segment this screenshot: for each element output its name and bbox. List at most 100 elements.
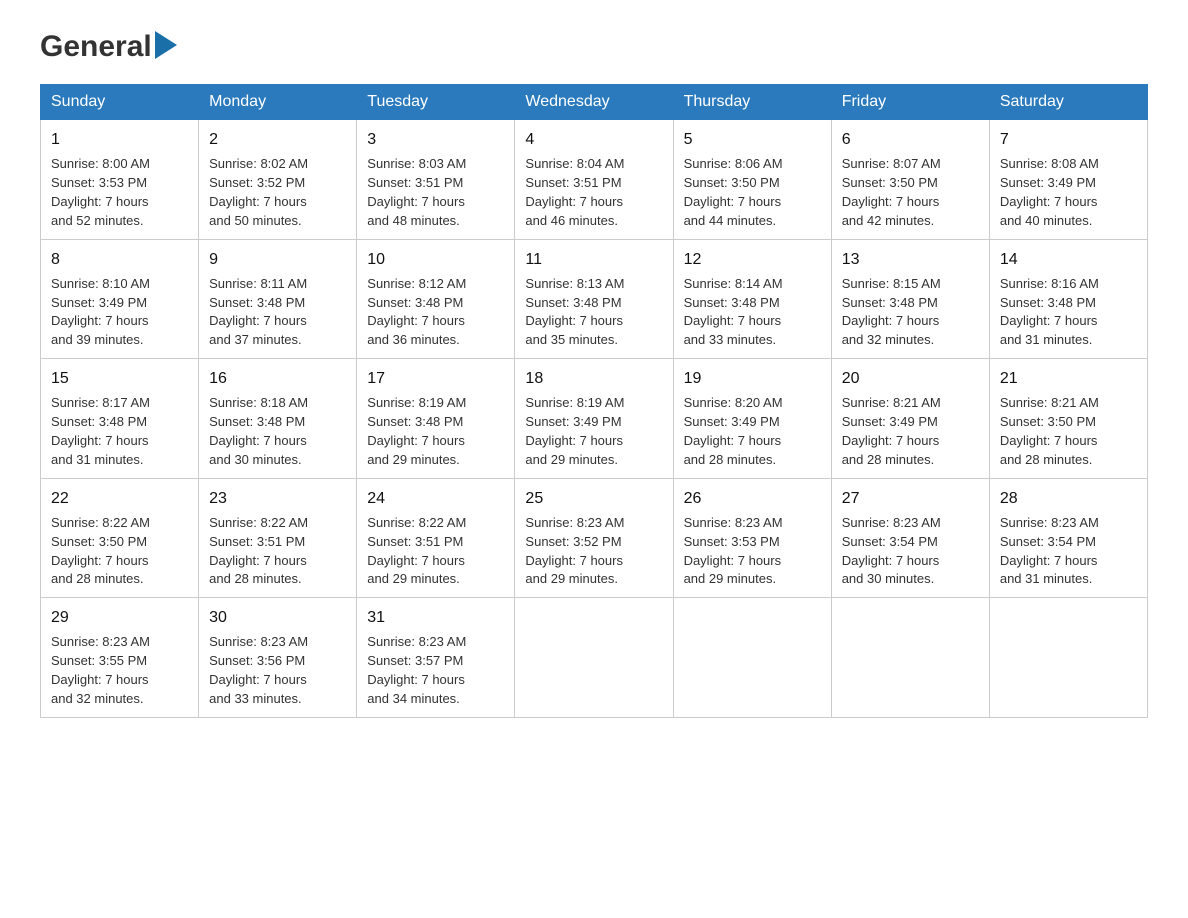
calendar-week-1: 1 Sunrise: 8:00 AMSunset: 3:53 PMDaylight… [41,120,1148,240]
day-info: Sunrise: 8:23 AMSunset: 3:53 PMDaylight:… [684,514,821,589]
day-info: Sunrise: 8:10 AMSunset: 3:49 PMDaylight:… [51,275,188,350]
weekday-header-sunday: Sunday [41,85,199,120]
calendar-week-4: 22 Sunrise: 8:22 AMSunset: 3:50 PMDayligh… [41,478,1148,598]
calendar-day-3: 3 Sunrise: 8:03 AMSunset: 3:51 PMDaylight… [357,120,515,240]
day-info: Sunrise: 8:20 AMSunset: 3:49 PMDaylight:… [684,394,821,469]
day-info: Sunrise: 8:12 AMSunset: 3:48 PMDaylight:… [367,275,504,350]
day-number: 10 [367,248,504,271]
calendar-day-31: 31 Sunrise: 8:23 AMSunset: 3:57 PMDayligh… [357,598,515,718]
day-info: Sunrise: 8:06 AMSunset: 3:50 PMDaylight:… [684,155,821,230]
day-info: Sunrise: 8:23 AMSunset: 3:54 PMDaylight:… [1000,514,1137,589]
calendar-day-19: 19 Sunrise: 8:20 AMSunset: 3:49 PMDayligh… [673,359,831,479]
day-number: 1 [51,128,188,151]
day-info: Sunrise: 8:02 AMSunset: 3:52 PMDaylight:… [209,155,346,230]
day-number: 4 [525,128,662,151]
day-info: Sunrise: 8:15 AMSunset: 3:48 PMDaylight:… [842,275,979,350]
calendar-day-18: 18Sunrise: 8:19 AMSunset: 3:49 PMDayligh… [515,359,673,479]
day-info: Sunrise: 8:00 AMSunset: 3:53 PMDaylight:… [51,155,188,230]
calendar-day-11: 11 Sunrise: 8:13 AMSunset: 3:48 PMDayligh… [515,239,673,359]
day-info: Sunrise: 8:23 AMSunset: 3:54 PMDaylight:… [842,514,979,589]
day-info: Sunrise: 8:16 AMSunset: 3:48 PMDaylight:… [1000,275,1137,350]
calendar-day-6: 6 Sunrise: 8:07 AMSunset: 3:50 PMDaylight… [831,120,989,240]
day-info: Sunrise: 8:23 AMSunset: 3:57 PMDaylight:… [367,633,504,708]
day-number: 11 [525,248,662,271]
day-info: Sunrise: 8:11 AMSunset: 3:48 PMDaylight:… [209,275,346,350]
day-number: 7 [1000,128,1137,151]
day-number: 22 [51,487,188,510]
calendar-day-25: 25Sunrise: 8:23 AMSunset: 3:52 PMDayligh… [515,478,673,598]
day-info: Sunrise: 8:19 AMSunset: 3:49 PMDaylight:… [525,394,662,469]
calendar-day-9: 9 Sunrise: 8:11 AMSunset: 3:48 PMDaylight… [199,239,357,359]
day-info: Sunrise: 8:22 AMSunset: 3:50 PMDaylight:… [51,514,188,589]
calendar-week-3: 15 Sunrise: 8:17 AMSunset: 3:48 PMDayligh… [41,359,1148,479]
day-number: 16 [209,367,346,390]
day-number: 19 [684,367,821,390]
day-number: 28 [1000,487,1137,510]
day-info: Sunrise: 8:22 AMSunset: 3:51 PMDaylight:… [367,514,504,589]
calendar-day-21: 21Sunrise: 8:21 AMSunset: 3:50 PMDayligh… [989,359,1147,479]
day-info: Sunrise: 8:23 AMSunset: 3:55 PMDaylight:… [51,633,188,708]
day-number: 9 [209,248,346,271]
day-number: 6 [842,128,979,151]
day-info: Sunrise: 8:04 AMSunset: 3:51 PMDaylight:… [525,155,662,230]
calendar-day-16: 16 Sunrise: 8:18 AMSunset: 3:48 PMDayligh… [199,359,357,479]
day-number: 23 [209,487,346,510]
day-info: Sunrise: 8:18 AMSunset: 3:48 PMDaylight:… [209,394,346,469]
logo: General [40,30,177,64]
calendar-day-4: 4 Sunrise: 8:04 AMSunset: 3:51 PMDaylight… [515,120,673,240]
day-number: 27 [842,487,979,510]
weekday-header-row: SundayMondayTuesdayWednesdayThursdayFrid… [41,85,1148,120]
calendar-day-5: 5 Sunrise: 8:06 AMSunset: 3:50 PMDaylight… [673,120,831,240]
day-number: 8 [51,248,188,271]
empty-cell [831,598,989,718]
day-info: Sunrise: 8:08 AMSunset: 3:49 PMDaylight:… [1000,155,1137,230]
calendar-day-10: 10 Sunrise: 8:12 AMSunset: 3:48 PMDayligh… [357,239,515,359]
calendar-week-5: 29 Sunrise: 8:23 AMSunset: 3:55 PMDayligh… [41,598,1148,718]
empty-cell [515,598,673,718]
day-info: Sunrise: 8:23 AMSunset: 3:52 PMDaylight:… [525,514,662,589]
logo-arrow-icon [155,31,177,59]
calendar-day-13: 13 Sunrise: 8:15 AMSunset: 3:48 PMDayligh… [831,239,989,359]
calendar-day-8: 8 Sunrise: 8:10 AMSunset: 3:49 PMDaylight… [41,239,199,359]
day-number: 20 [842,367,979,390]
day-number: 2 [209,128,346,151]
calendar-table: SundayMondayTuesdayWednesdayThursdayFrid… [40,84,1148,718]
day-info: Sunrise: 8:21 AMSunset: 3:49 PMDaylight:… [842,394,979,469]
calendar-day-7: 7 Sunrise: 8:08 AMSunset: 3:49 PMDaylight… [989,120,1147,240]
calendar-day-15: 15 Sunrise: 8:17 AMSunset: 3:48 PMDayligh… [41,359,199,479]
weekday-header-wednesday: Wednesday [515,85,673,120]
day-number: 30 [209,606,346,629]
day-number: 12 [684,248,821,271]
calendar-day-20: 20 Sunrise: 8:21 AMSunset: 3:49 PMDayligh… [831,359,989,479]
weekday-header-thursday: Thursday [673,85,831,120]
calendar-day-17: 17Sunrise: 8:19 AMSunset: 3:48 PMDayligh… [357,359,515,479]
calendar-day-12: 12Sunrise: 8:14 AMSunset: 3:48 PMDayligh… [673,239,831,359]
day-info: Sunrise: 8:19 AMSunset: 3:48 PMDaylight:… [367,394,504,469]
day-number: 29 [51,606,188,629]
calendar-day-2: 2 Sunrise: 8:02 AMSunset: 3:52 PMDaylight… [199,120,357,240]
day-info: Sunrise: 8:23 AMSunset: 3:56 PMDaylight:… [209,633,346,708]
day-number: 3 [367,128,504,151]
empty-cell [989,598,1147,718]
day-number: 31 [367,606,504,629]
calendar-day-27: 27 Sunrise: 8:23 AMSunset: 3:54 PMDayligh… [831,478,989,598]
day-info: Sunrise: 8:13 AMSunset: 3:48 PMDaylight:… [525,275,662,350]
day-info: Sunrise: 8:17 AMSunset: 3:48 PMDaylight:… [51,394,188,469]
weekday-header-saturday: Saturday [989,85,1147,120]
day-info: Sunrise: 8:03 AMSunset: 3:51 PMDaylight:… [367,155,504,230]
empty-cell [673,598,831,718]
day-number: 14 [1000,248,1137,271]
day-info: Sunrise: 8:21 AMSunset: 3:50 PMDaylight:… [1000,394,1137,469]
day-number: 26 [684,487,821,510]
day-number: 13 [842,248,979,271]
day-number: 24 [367,487,504,510]
calendar-day-29: 29 Sunrise: 8:23 AMSunset: 3:55 PMDayligh… [41,598,199,718]
calendar-day-23: 23 Sunrise: 8:22 AMSunset: 3:51 PMDayligh… [199,478,357,598]
day-info: Sunrise: 8:07 AMSunset: 3:50 PMDaylight:… [842,155,979,230]
day-number: 5 [684,128,821,151]
calendar-day-1: 1 Sunrise: 8:00 AMSunset: 3:53 PMDaylight… [41,120,199,240]
calendar-day-30: 30 Sunrise: 8:23 AMSunset: 3:56 PMDayligh… [199,598,357,718]
calendar-day-14: 14 Sunrise: 8:16 AMSunset: 3:48 PMDayligh… [989,239,1147,359]
day-info: Sunrise: 8:22 AMSunset: 3:51 PMDaylight:… [209,514,346,589]
day-number: 15 [51,367,188,390]
